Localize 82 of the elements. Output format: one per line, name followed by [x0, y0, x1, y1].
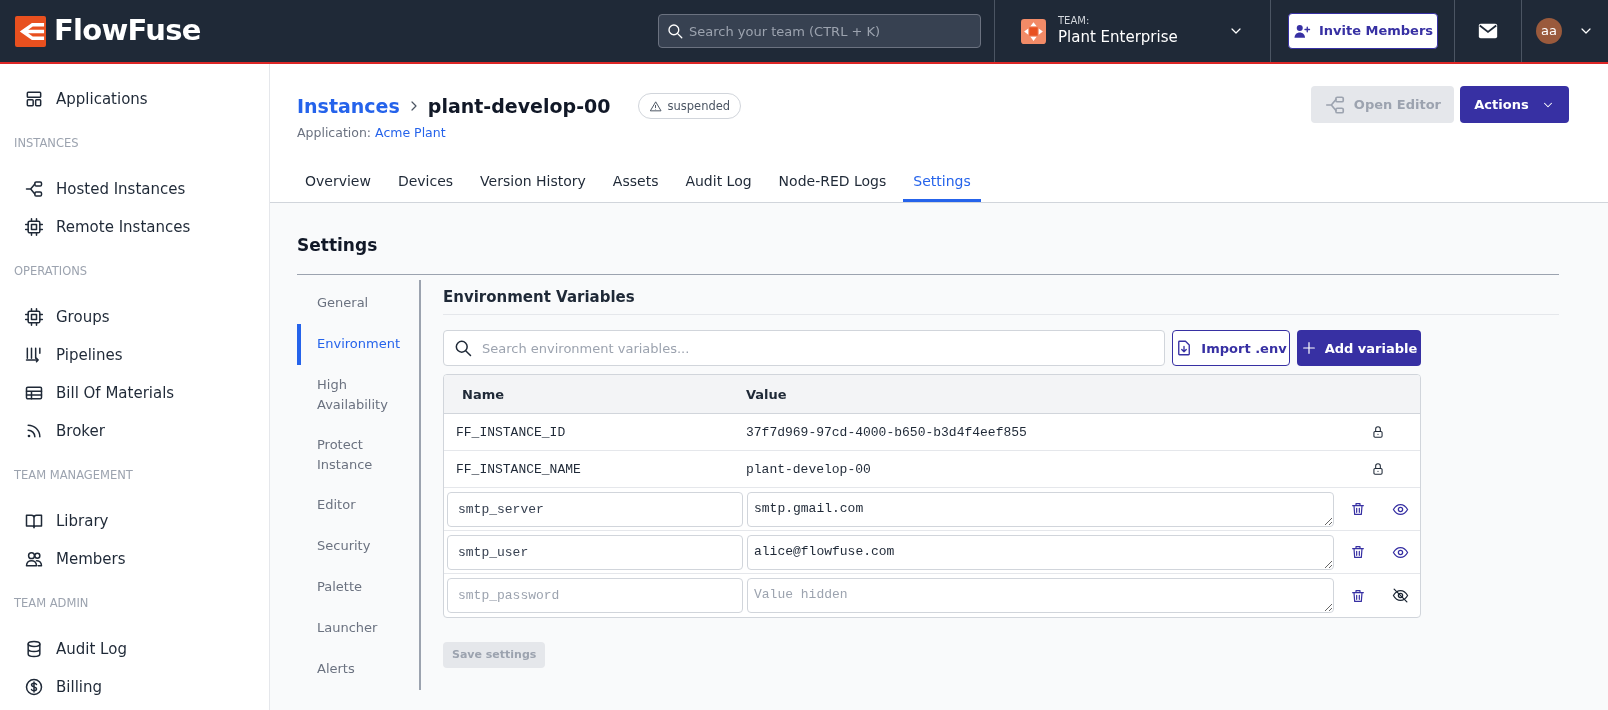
table-cell-text: plant-develop-00	[746, 460, 872, 479]
settings-nav-item[interactable]: General	[297, 282, 397, 324]
name-input[interactable]: smtp_user	[447, 534, 743, 570]
section-heading: TEAM ADMIN	[14, 595, 90, 613]
lock-icon	[1371, 425, 1385, 440]
eye-off-icon	[1391, 587, 1409, 605]
actions-button[interactable]: Actions	[1460, 86, 1569, 123]
application-link[interactable]: Acme Plant	[375, 123, 446, 143]
sidebar-item[interactable]: Applications	[14, 80, 269, 118]
sidebar-item[interactable]: Remote Instances	[14, 208, 269, 246]
invite-members-button[interactable]: Invite Members	[1288, 13, 1438, 49]
section-heading: INSTANCES	[14, 135, 80, 153]
settings-nav-item[interactable]: Editor	[297, 484, 397, 526]
value-input[interactable]: alice@flowfuse.com	[747, 534, 1334, 570]
logo-icon	[15, 15, 46, 47]
chip-icon	[24, 217, 44, 237]
tab[interactable]: Overview	[295, 164, 381, 203]
settings-nav-item[interactable]: Palette	[297, 566, 397, 608]
flow-icon	[1323, 93, 1346, 116]
tab[interactable]: Audit Log	[675, 164, 762, 203]
team-avatar-icon	[1021, 18, 1046, 44]
search-icon	[666, 22, 684, 40]
section-heading: TEAM MANAGEMENT	[14, 467, 134, 485]
layout-icon	[24, 89, 44, 109]
section-heading: OPERATIONS	[14, 263, 89, 281]
user-avatar: aa	[1536, 18, 1562, 44]
settings-heading: Settings	[297, 233, 1559, 275]
sidebar-item[interactable]: Groups	[14, 298, 269, 336]
table-cell-text: FF_INSTANCE_ID	[455, 423, 567, 442]
trash-icon	[1350, 587, 1366, 604]
table-cell-text: 37f7d969-97cd-4000-b650-b3d4f4eef855	[746, 423, 1028, 442]
flow-icon	[24, 179, 44, 199]
search-icon	[453, 338, 473, 359]
pipelines-icon	[24, 345, 44, 365]
breadcrumb-link[interactable]: Instances	[297, 92, 400, 121]
import-env-button[interactable]: Import .env	[1172, 330, 1290, 367]
chip-icon	[24, 307, 44, 327]
table-cell-text: FF_INSTANCE_NAME	[455, 460, 582, 479]
value-input[interactable]: smtp.gmail.com	[747, 491, 1334, 527]
trash-icon	[1350, 544, 1366, 561]
user-menu-button[interactable]: aa	[1522, 0, 1608, 62]
sidebar-item[interactable]: Library	[14, 502, 269, 540]
user-plus-icon	[1292, 22, 1311, 40]
settings-nav-item[interactable]: Alerts	[297, 648, 397, 690]
dollar-icon	[24, 677, 44, 697]
table-icon	[24, 383, 44, 403]
tab[interactable]: Settings	[903, 164, 981, 203]
tab[interactable]: Version History	[470, 164, 596, 203]
sidebar-item[interactable]: Members	[14, 540, 269, 578]
sidebar-item[interactable]: Bill Of Materials	[14, 374, 269, 412]
sidebar-item[interactable]: Broker	[14, 412, 269, 450]
column-header: Value	[746, 385, 787, 404]
add-variable-button[interactable]: Add variable	[1297, 330, 1421, 367]
tab[interactable]: Node-RED Logs	[768, 164, 897, 203]
search-field[interactable]: Search your team (CTRL + K)	[658, 14, 981, 48]
sidebar-item[interactable]: Pipelines	[14, 336, 269, 374]
database-icon	[24, 639, 44, 659]
settings-nav-item[interactable]: Security	[297, 525, 397, 567]
trash-icon	[1350, 501, 1366, 518]
team-name: Plant Enterprise	[1058, 27, 1179, 47]
logo-text: FlowFuse	[54, 12, 201, 50]
application-label: Application:	[297, 123, 372, 142]
lock-icon	[1371, 462, 1385, 477]
value-input[interactable]: Value hidden	[747, 578, 1334, 614]
sidebar-item[interactable]: Audit Log	[14, 630, 269, 668]
book-icon	[24, 511, 44, 531]
settings-nav-item[interactable]: Protect Instance	[297, 424, 397, 485]
instance-title: plant-develop-00	[427, 94, 611, 119]
users-icon	[24, 549, 44, 569]
settings-nav-item[interactable]: Launcher	[297, 607, 397, 649]
team-selector[interactable]: TEAM: Plant Enterprise	[995, 0, 1270, 62]
name-input[interactable]: smtp_server	[447, 491, 743, 527]
section-title: Environment Variables	[443, 285, 1559, 316]
team-label: TEAM:	[1058, 15, 1091, 28]
warning-icon	[649, 99, 663, 113]
plus-icon	[1300, 340, 1317, 357]
column-header: Name	[461, 385, 505, 404]
sidebar-item[interactable]: Hosted Instances	[14, 170, 269, 208]
tab[interactable]: Devices	[387, 164, 464, 203]
sidebar-item[interactable]: Billing	[14, 668, 269, 706]
settings-nav-item[interactable]: High Availability	[297, 364, 397, 425]
tab[interactable]: Assets	[602, 164, 669, 203]
